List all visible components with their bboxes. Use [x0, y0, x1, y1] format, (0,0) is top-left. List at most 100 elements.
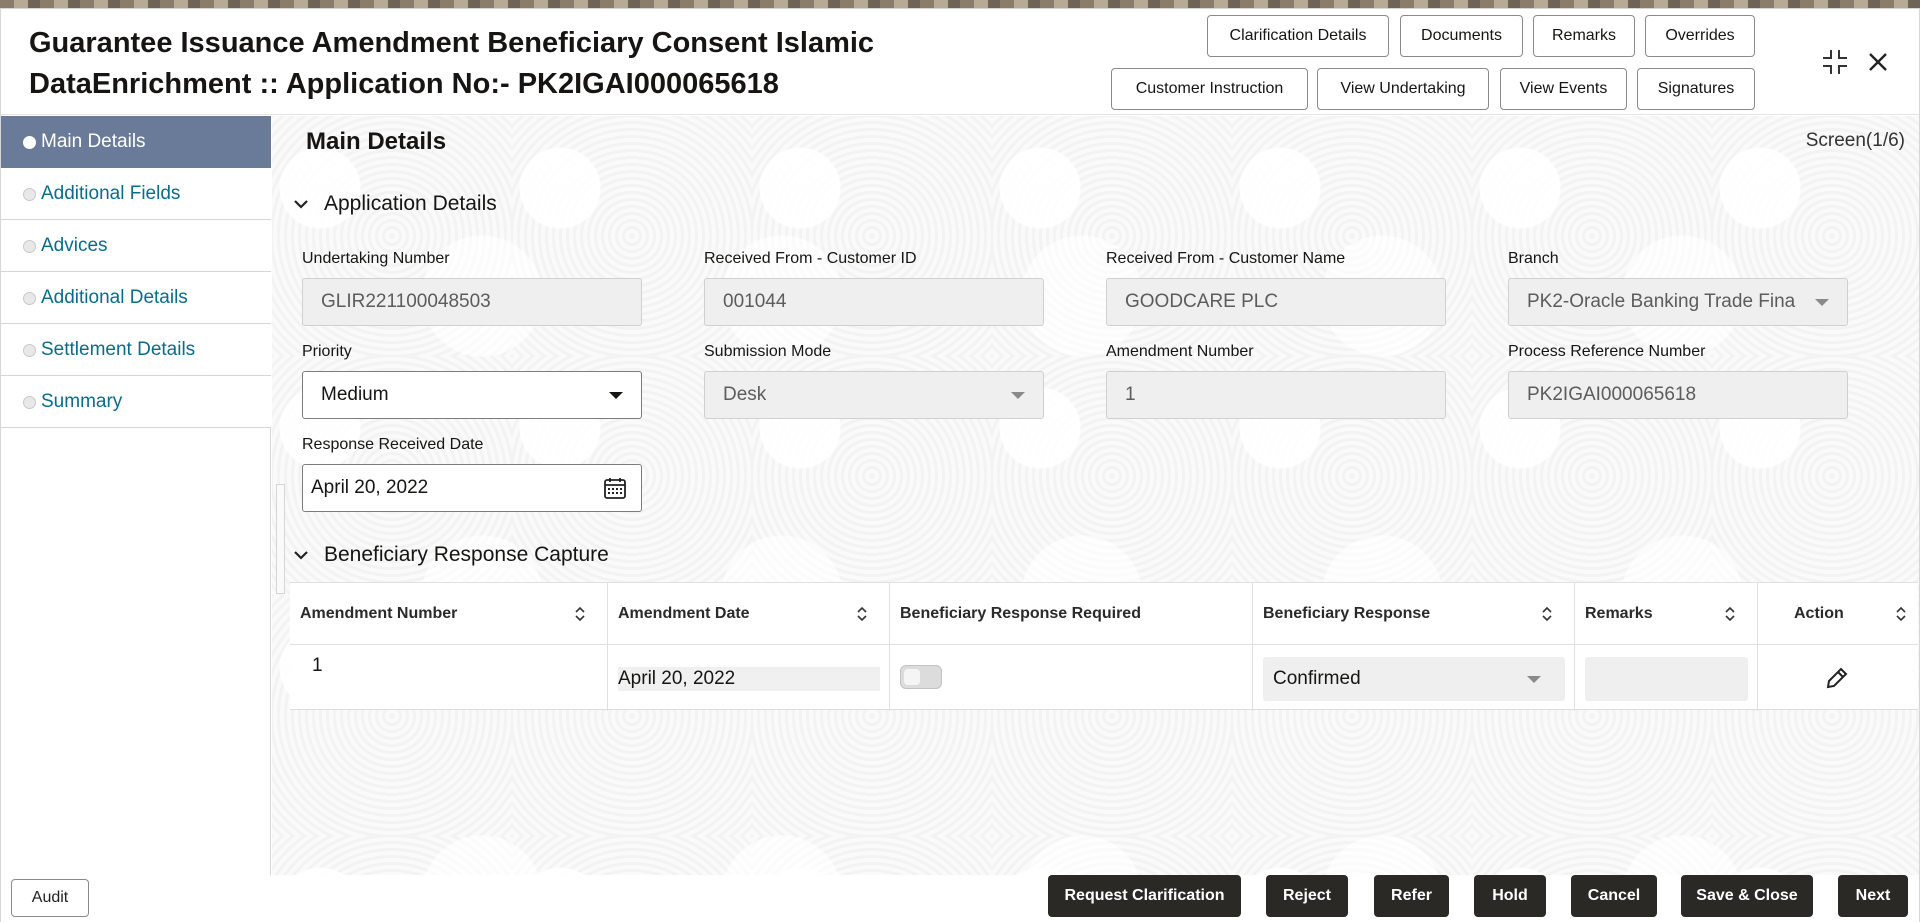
table-header: Amendment Number Amendment Date Benefici… — [290, 583, 1918, 645]
priority-select[interactable]: Medium — [302, 371, 642, 419]
sidebar-item-settlement-details[interactable]: Settlement Details — [1, 324, 271, 376]
step-dot — [23, 396, 36, 409]
reject-button[interactable]: Reject — [1266, 875, 1348, 917]
calendar-icon[interactable] — [603, 476, 627, 500]
overrides-button[interactable]: Overrides — [1645, 15, 1755, 57]
chevron-down-icon — [609, 392, 623, 399]
branch-select[interactable]: PK2-Oracle Banking Trade Fina — [1508, 278, 1848, 326]
save-close-button[interactable]: Save & Close — [1681, 875, 1813, 917]
field-value: GOODCARE PLC — [1125, 291, 1279, 312]
chevron-down-icon — [1011, 392, 1025, 399]
column-action[interactable]: Action — [1758, 583, 1918, 645]
sort-icon[interactable] — [1723, 605, 1737, 623]
section-title: Application Details — [324, 192, 497, 215]
submission-mode-select[interactable]: Desk — [704, 371, 1044, 419]
view-events-button[interactable]: View Events — [1500, 68, 1627, 110]
audit-button[interactable]: Audit — [11, 879, 89, 917]
application-details-header[interactable]: Application Details — [292, 192, 497, 216]
cell-amendment-date: April 20, 2022 — [618, 667, 880, 691]
screen-indicator: Screen(1/6) — [1805, 130, 1905, 151]
cell-amendment-number: 1 — [312, 655, 323, 676]
refer-button[interactable]: Refer — [1374, 875, 1449, 917]
customer-name-field[interactable]: GOODCARE PLC — [1106, 278, 1446, 326]
sidebar-item-advices[interactable]: Advices — [1, 220, 271, 272]
sidebar-item-label: Additional Details — [41, 286, 188, 308]
step-dot — [23, 344, 36, 357]
column-label: Amendment Number — [300, 605, 458, 622]
title-line-2: DataEnrichment :: Application No:- PK2IG… — [29, 68, 779, 100]
sort-icon[interactable] — [573, 605, 587, 623]
column-label: Remarks — [1585, 605, 1653, 622]
clarification-details-button[interactable]: Clarification Details — [1207, 15, 1389, 57]
documents-button[interactable]: Documents — [1400, 15, 1523, 57]
field-value: PK2IGAI000065618 — [1527, 384, 1697, 405]
sidebar-item-summary[interactable]: Summary — [1, 376, 271, 428]
response-received-date-field[interactable]: April 20, 2022 — [302, 464, 642, 512]
signatures-button[interactable]: Signatures — [1637, 68, 1755, 110]
step-dot — [23, 240, 36, 253]
sort-icon[interactable] — [1540, 605, 1554, 623]
sort-icon[interactable] — [855, 605, 869, 623]
sidebar-item-label: Summary — [41, 390, 123, 412]
cancel-button[interactable]: Cancel — [1571, 875, 1657, 917]
amendment-number-field[interactable]: 1 — [1106, 371, 1446, 419]
customer-name-label: Received From - Customer Name — [1106, 250, 1346, 267]
beneficiary-response-table: Amendment Number Amendment Date Benefici… — [290, 582, 1918, 711]
field-value: Desk — [723, 384, 767, 405]
table-cell — [1575, 645, 1758, 711]
column-label: Action — [1794, 605, 1844, 622]
field-value: GLIR221100048503 — [321, 291, 491, 312]
column-label: Beneficiary Response — [1263, 605, 1431, 622]
process-reference-label: Process Reference Number — [1508, 343, 1706, 360]
sidebar-item-main-details[interactable]: Main Details — [1, 116, 271, 168]
section-title: Beneficiary Response Capture — [324, 543, 609, 566]
beneficiary-response-header[interactable]: Beneficiary Response Capture — [292, 543, 609, 567]
undertaking-number-field[interactable]: GLIR221100048503 — [302, 278, 642, 326]
field-value: 1 — [1125, 384, 1136, 405]
close-icon[interactable] — [1863, 47, 1893, 77]
column-amendment-date[interactable]: Amendment Date — [608, 583, 890, 645]
main-title: Main Details — [306, 128, 447, 155]
step-dot — [23, 292, 36, 305]
submission-mode-label: Submission Mode — [704, 343, 832, 360]
priority-label: Priority — [302, 343, 352, 360]
hold-button[interactable]: Hold — [1474, 875, 1546, 917]
sidebar-item-additional-fields[interactable]: Additional Fields — [1, 168, 271, 220]
column-amendment-number[interactable]: Amendment Number — [290, 583, 608, 645]
view-undertaking-button[interactable]: View Undertaking — [1317, 68, 1489, 110]
pencil-icon[interactable] — [1824, 665, 1850, 691]
beneficiary-response-select[interactable]: Confirmed — [1263, 657, 1565, 701]
sidebar-item-label: Main Details — [41, 131, 146, 152]
sort-icon[interactable] — [1894, 605, 1908, 623]
column-label: Amendment Date — [618, 605, 750, 622]
remarks-input[interactable] — [1585, 657, 1748, 701]
collapse-icon[interactable] — [1820, 47, 1850, 77]
step-dot — [23, 136, 36, 149]
sidebar: Main Details Additional Fields Advices A… — [1, 116, 271, 884]
chevron-down-icon — [294, 200, 308, 209]
step-dot — [23, 188, 36, 201]
column-beneficiary-response[interactable]: Beneficiary Response — [1253, 583, 1575, 645]
table-cell: April 20, 2022 — [608, 645, 890, 711]
sidebar-item-label: Additional Fields — [41, 182, 181, 204]
column-label: Beneficiary Response Required — [900, 605, 1141, 622]
next-button[interactable]: Next — [1838, 875, 1908, 917]
column-remarks[interactable]: Remarks — [1575, 583, 1758, 645]
field-value: PK2-Oracle Banking Trade Fina — [1527, 291, 1796, 312]
sidebar-item-additional-details[interactable]: Additional Details — [1, 272, 271, 324]
application-window: Guarantee Issuance Amendment Beneficiary… — [0, 8, 1920, 922]
select-value: Confirmed — [1273, 668, 1361, 689]
toggle-knob — [904, 669, 920, 685]
customer-instruction-button[interactable]: Customer Instruction — [1111, 68, 1308, 110]
scroll-indicator[interactable] — [276, 484, 285, 594]
customer-id-field[interactable]: 001044 — [704, 278, 1044, 326]
request-clarification-button[interactable]: Request Clarification — [1048, 875, 1241, 917]
response-received-date-label: Response Received Date — [302, 436, 484, 453]
customer-id-label: Received From - Customer ID — [704, 250, 917, 267]
sidebar-item-label: Advices — [41, 234, 108, 256]
remarks-button[interactable]: Remarks — [1533, 15, 1635, 57]
chevron-down-icon — [1815, 299, 1829, 306]
process-reference-field[interactable]: PK2IGAI000065618 — [1508, 371, 1848, 419]
undertaking-number-label: Undertaking Number — [302, 250, 450, 267]
response-required-toggle[interactable] — [900, 665, 942, 689]
